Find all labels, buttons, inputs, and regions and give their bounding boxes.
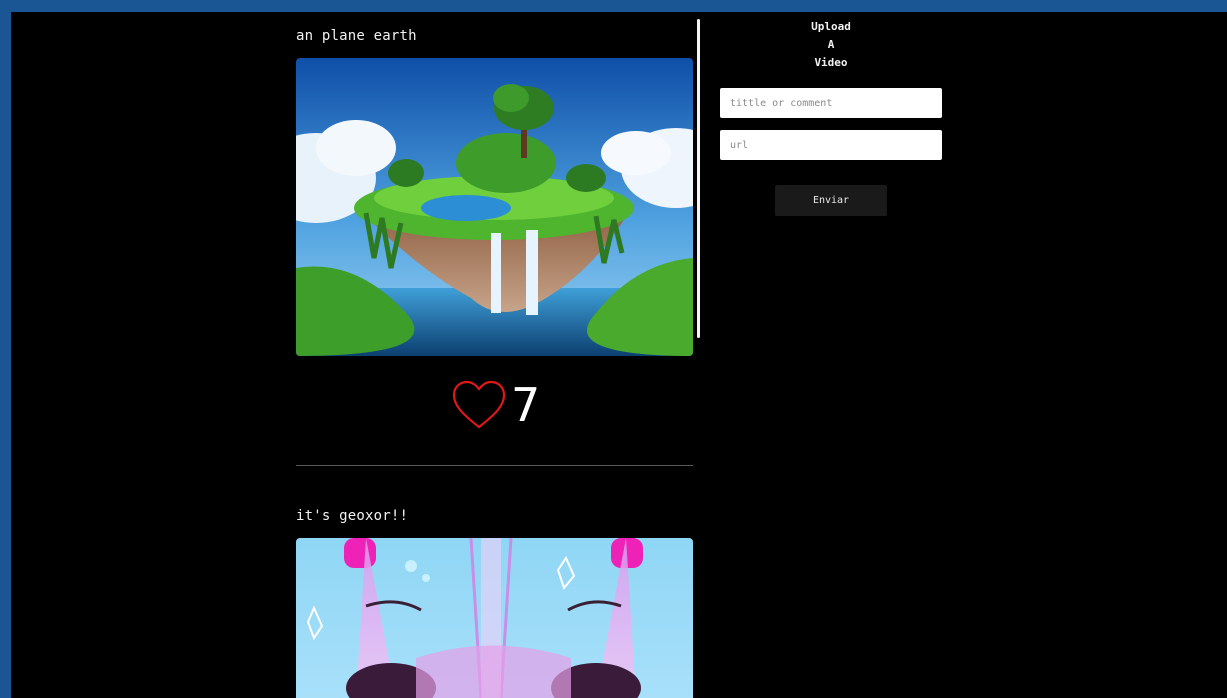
like-count: 7: [511, 378, 541, 432]
feed-scrollbar[interactable]: [697, 19, 700, 338]
submit-button[interactable]: Enviar: [775, 185, 887, 216]
upload-heading: Upload A Video: [720, 18, 942, 72]
app-frame: an plane earth 7 it's geoxor!! Upload A …: [11, 12, 1227, 698]
post-title: it's geoxor!!: [296, 508, 409, 524]
like-row: 7: [451, 379, 540, 431]
url-input[interactable]: [720, 130, 942, 160]
upload-heading-line: A: [827, 38, 835, 51]
heart-icon[interactable]: [451, 379, 507, 431]
upload-heading-line: Upload: [811, 20, 851, 33]
post-image[interactable]: [296, 538, 693, 698]
title-comment-input[interactable]: [720, 88, 942, 118]
post-image[interactable]: [296, 58, 693, 356]
post-divider: [296, 465, 693, 466]
post-title: an plane earth: [296, 28, 417, 44]
upload-heading-line: Video: [814, 56, 848, 69]
